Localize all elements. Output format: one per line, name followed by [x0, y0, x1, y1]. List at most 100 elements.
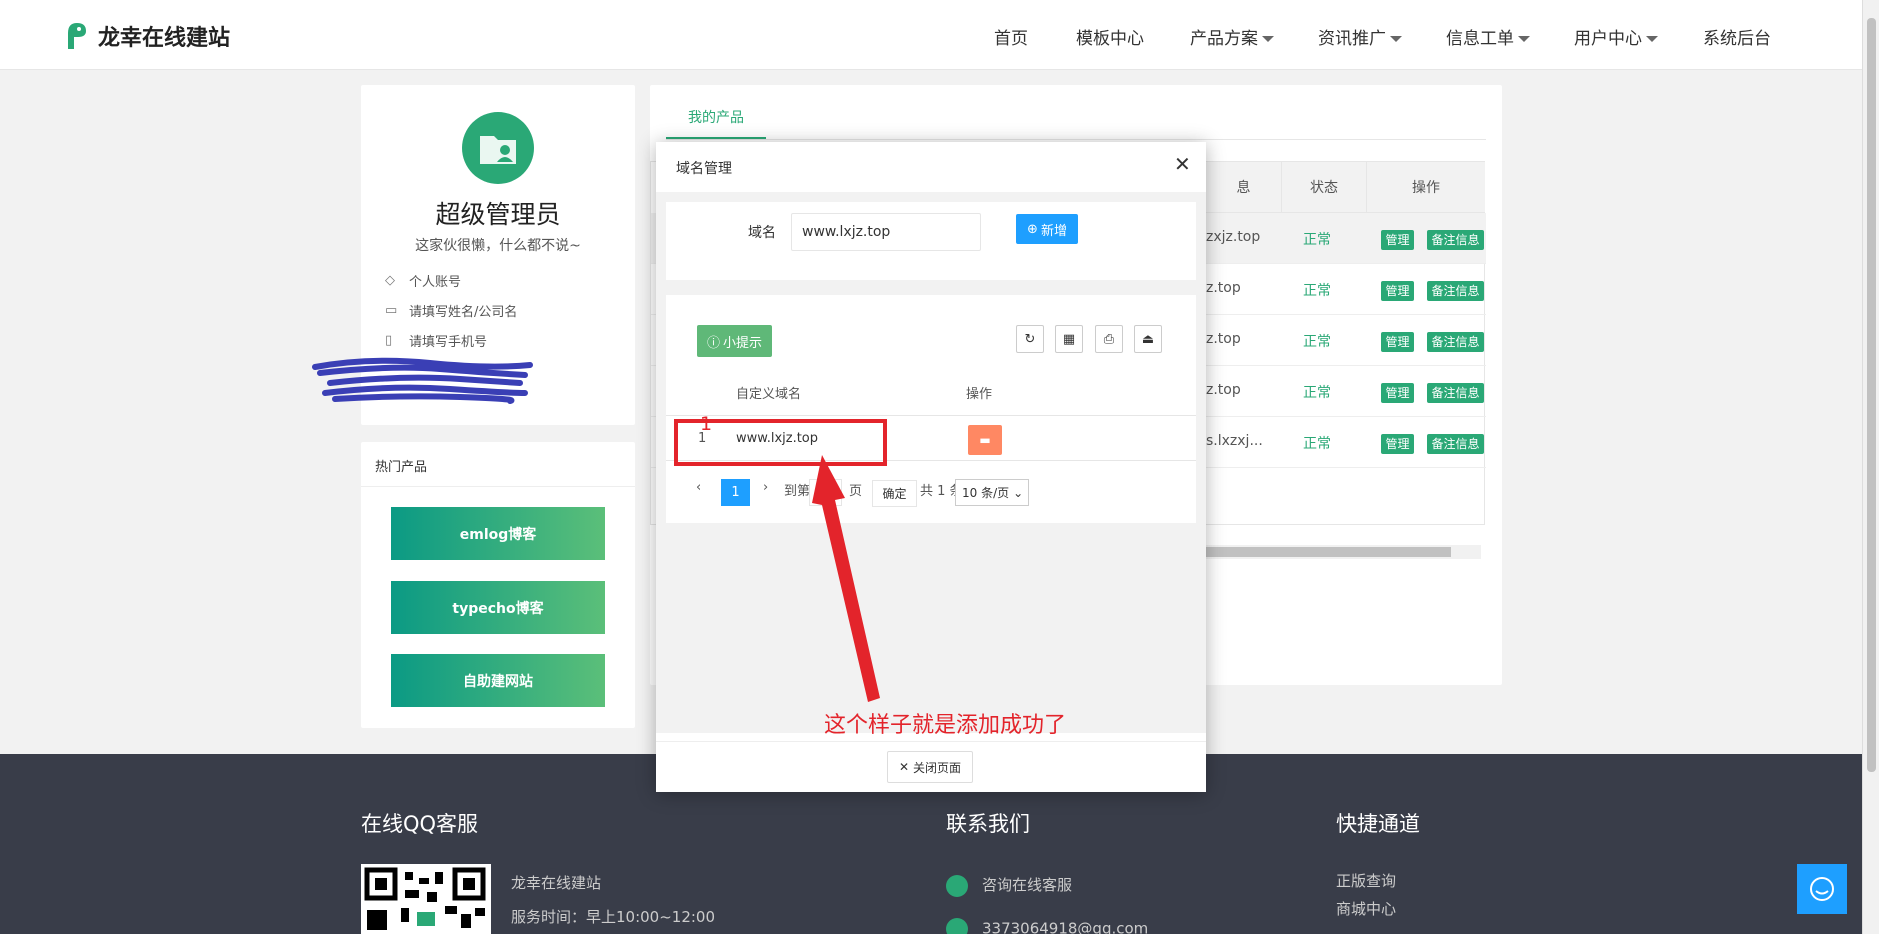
annotation-marker: 1: [700, 413, 713, 435]
domain-input[interactable]: [791, 213, 981, 251]
hscroll-thumb[interactable]: [1206, 547, 1451, 557]
nav-tickets[interactable]: 信息工单: [1446, 24, 1530, 49]
main-nav: 首页 模板中心 产品方案 资讯推广 信息工单 用户中心 系统后台: [0, 24, 1862, 49]
tag-icon: ◇: [385, 272, 395, 288]
chevron-down-icon: [1262, 36, 1274, 42]
row-status: 正常: [1303, 283, 1331, 299]
manage-button[interactable]: 管理: [1381, 281, 1414, 301]
avatar: [462, 112, 534, 184]
chat-float-button[interactable]: [1797, 864, 1847, 914]
link-mall[interactable]: 商城中心: [1336, 898, 1396, 919]
row-status: 正常: [1303, 436, 1331, 452]
chevron-down-icon: [1646, 36, 1658, 42]
email-row[interactable]: 3373064918@qq.com: [946, 918, 1148, 934]
divider: [361, 486, 635, 487]
divider: [666, 415, 1196, 416]
nav-user-label: 用户中心: [1574, 29, 1642, 49]
hot-product-typecho[interactable]: typecho博客: [391, 581, 605, 634]
folder-user-icon: [480, 136, 516, 164]
hot-product-sitebuilder[interactable]: 自助建网站: [391, 654, 605, 707]
table-hscrollbar[interactable]: [1206, 545, 1481, 559]
next-page-icon[interactable]: ›: [763, 480, 768, 495]
chevron-down-icon: [1518, 36, 1530, 42]
tab-divider: [666, 139, 1486, 140]
name-row[interactable]: ▭ 请填写姓名/公司名: [385, 301, 517, 320]
page-size-value: 10 条/页: [962, 486, 1010, 500]
goto-page-value: 1: [817, 485, 826, 500]
hot-product-emlog[interactable]: emlog博客: [391, 507, 605, 560]
goto-page-input[interactable]: 1: [809, 479, 842, 506]
link-genuine[interactable]: 正版查询: [1336, 870, 1396, 891]
headset-icon: [1810, 877, 1834, 901]
manage-button[interactable]: 管理: [1381, 383, 1414, 403]
manage-button[interactable]: 管理: [1381, 434, 1414, 454]
row-status: 正常: [1303, 232, 1331, 248]
phone-row[interactable]: ▯ 请填写手机号: [385, 331, 487, 350]
row-status: 正常: [1303, 385, 1331, 401]
domain-form: 域名 ⊕新增: [666, 202, 1196, 280]
nav-admin[interactable]: 系统后台: [1703, 24, 1771, 49]
row-domain: z.top: [1206, 331, 1241, 347]
export-icon[interactable]: ⏏: [1134, 325, 1162, 353]
nav-home[interactable]: 首页: [994, 24, 1028, 49]
consult-label: 咨询在线客服: [982, 876, 1073, 894]
page-word: 页: [849, 484, 863, 499]
nav-user[interactable]: 用户中心: [1574, 24, 1658, 49]
card-icon: ▭: [385, 302, 398, 318]
close-page-button[interactable]: ✕ 关闭页面: [887, 751, 973, 783]
refresh-icon[interactable]: ↻: [1016, 325, 1044, 353]
manage-button[interactable]: 管理: [1381, 230, 1414, 250]
page-scrollbar[interactable]: [1862, 0, 1879, 934]
trash-icon: ▬: [979, 433, 991, 447]
row-domain: z.top: [1206, 382, 1241, 398]
columns-icon[interactable]: ▦: [1055, 325, 1083, 353]
redaction-scribble: [312, 357, 533, 404]
qq-qrcode: [361, 864, 491, 934]
page-size-select[interactable]: 10 条/页 ⌄: [955, 479, 1029, 506]
close-icon[interactable]: ✕: [1174, 152, 1191, 176]
col-action: 操作: [1366, 162, 1485, 213]
info-icon: ⓘ: [706, 335, 720, 351]
domain-modal: 域名管理 ✕ 域名 ⊕新增 ⓘ小提示 ↻ ▦ ⎙ ⏏ 自定义域名 操作 1 ww…: [656, 142, 1206, 792]
consult-row[interactable]: 咨询在线客服: [946, 874, 1072, 897]
tip-button[interactable]: ⓘ 小提示: [697, 325, 772, 357]
print-icon[interactable]: ⎙: [1095, 325, 1123, 353]
note-button[interactable]: 备注信息: [1427, 383, 1484, 403]
manage-button[interactable]: 管理: [1381, 332, 1414, 352]
note-button[interactable]: 备注信息: [1427, 230, 1484, 250]
row-domain: zxjz.top: [1206, 229, 1261, 245]
domain-table-panel: ⓘ 小提示 ↻ ▦ ⎙ ⏏ 自定义域名 操作 1 www.lxjz.top ▬ ‹…: [666, 295, 1196, 523]
nav-products[interactable]: 产品方案: [1190, 24, 1274, 49]
plus-circle-icon: ⊕: [1027, 221, 1038, 237]
note-button[interactable]: 备注信息: [1427, 281, 1484, 301]
delete-button[interactable]: ▬: [968, 425, 1002, 455]
tab-my-products[interactable]: 我的产品: [666, 107, 766, 127]
annotation-text: 这个样子就是添加成功了: [824, 713, 1067, 738]
footer-contact-title: 联系我们: [946, 812, 1030, 836]
account-label: 个人账号: [409, 275, 462, 290]
close-icon: ✕: [898, 760, 910, 774]
nav-templates[interactable]: 模板中心: [1076, 24, 1144, 49]
note-button[interactable]: 备注信息: [1427, 434, 1484, 454]
col-info: 息: [1206, 162, 1281, 213]
hot-products-card: 热门产品 emlog博客 typecho博客 自助建网站: [361, 442, 635, 728]
modal-footer: ✕ 关闭页面: [656, 741, 1206, 792]
top-header: 龙幸在线建站 首页 模板中心 产品方案 资讯推广 信息工单 用户中心 系统后台: [0, 0, 1862, 70]
note-button[interactable]: 备注信息: [1427, 332, 1484, 352]
add-label: 新增: [1040, 223, 1067, 239]
chevron-down-icon: [1390, 36, 1402, 42]
col-custom-domain: 自定义域名: [736, 387, 802, 402]
footer-site: 龙幸在线建站: [511, 874, 602, 892]
goto-confirm-button[interactable]: 确定: [872, 480, 917, 507]
prev-page-icon[interactable]: ‹: [696, 480, 701, 495]
nav-news[interactable]: 资讯推广: [1318, 24, 1402, 49]
close-label: 关闭页面: [913, 760, 962, 775]
page-current[interactable]: 1: [721, 479, 750, 506]
email-text: 3373064918@qq.com: [982, 919, 1149, 934]
scrollbar-thumb[interactable]: [1867, 18, 1876, 772]
row-status: 正常: [1303, 334, 1331, 350]
add-domain-button[interactable]: ⊕ 新增: [1016, 214, 1078, 244]
footer-quick-title: 快捷通道: [1336, 812, 1420, 836]
footer-hours: 服务时间：早上10:00~12:00: [511, 908, 716, 926]
profile-name: 超级管理员: [435, 200, 561, 229]
